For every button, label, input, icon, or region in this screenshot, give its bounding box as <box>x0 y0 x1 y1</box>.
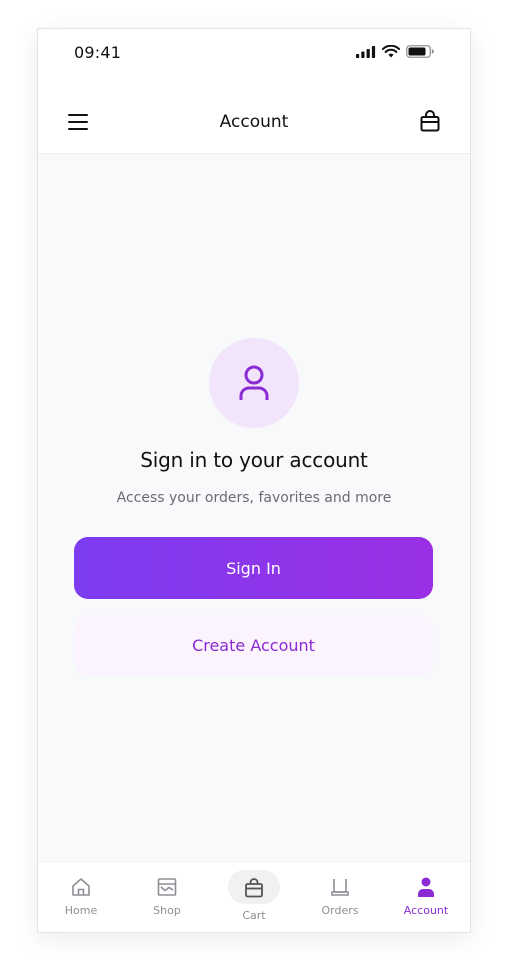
battery-icon <box>406 45 434 58</box>
nav-label-account: Account <box>403 904 449 917</box>
shop-icon <box>157 878 177 896</box>
phone-screen: 09:41 Account Sign in to your account Ac… <box>37 28 471 933</box>
nav-label-orders: Orders <box>321 904 359 917</box>
status-time: 09:41 <box>74 43 122 62</box>
wifi-icon <box>382 45 400 58</box>
bag-button[interactable] <box>420 110 440 132</box>
nav-label-cart: Cart <box>242 909 266 922</box>
nav-item-orders[interactable]: Orders <box>300 862 380 932</box>
receipt-icon <box>331 879 349 896</box>
nav-label-home: Home <box>64 904 98 917</box>
user-icon <box>239 365 269 400</box>
nav-item-account[interactable]: Account <box>386 862 466 932</box>
bottom-nav: Home Shop Cart Orders Account <box>38 861 470 932</box>
cart-bag-icon <box>245 878 263 898</box>
home-icon <box>72 878 90 896</box>
user-icon <box>418 877 434 897</box>
nav-item-cart[interactable]: Cart <box>214 862 294 932</box>
signal-icon <box>356 45 376 58</box>
sign-in-button[interactable]: Sign In <box>74 537 433 599</box>
status-icons <box>356 45 434 58</box>
nav-item-home[interactable]: Home <box>41 862 121 932</box>
shopping-bag-icon <box>420 110 440 132</box>
signin-heading: Sign in to your account <box>140 448 368 472</box>
status-bar: 09:41 <box>38 29 470 79</box>
signin-subtitle: Access your orders, favorites and more <box>116 490 392 506</box>
app-header: Account <box>38 79 470 154</box>
create-account-button[interactable]: Create Account <box>74 615 433 675</box>
nav-item-shop[interactable]: Shop <box>127 862 207 932</box>
page-title: Account <box>219 112 289 132</box>
avatar-placeholder <box>209 338 299 428</box>
account-content: Sign in to your account Access your orde… <box>38 154 470 861</box>
nav-label-shop: Shop <box>153 904 181 917</box>
